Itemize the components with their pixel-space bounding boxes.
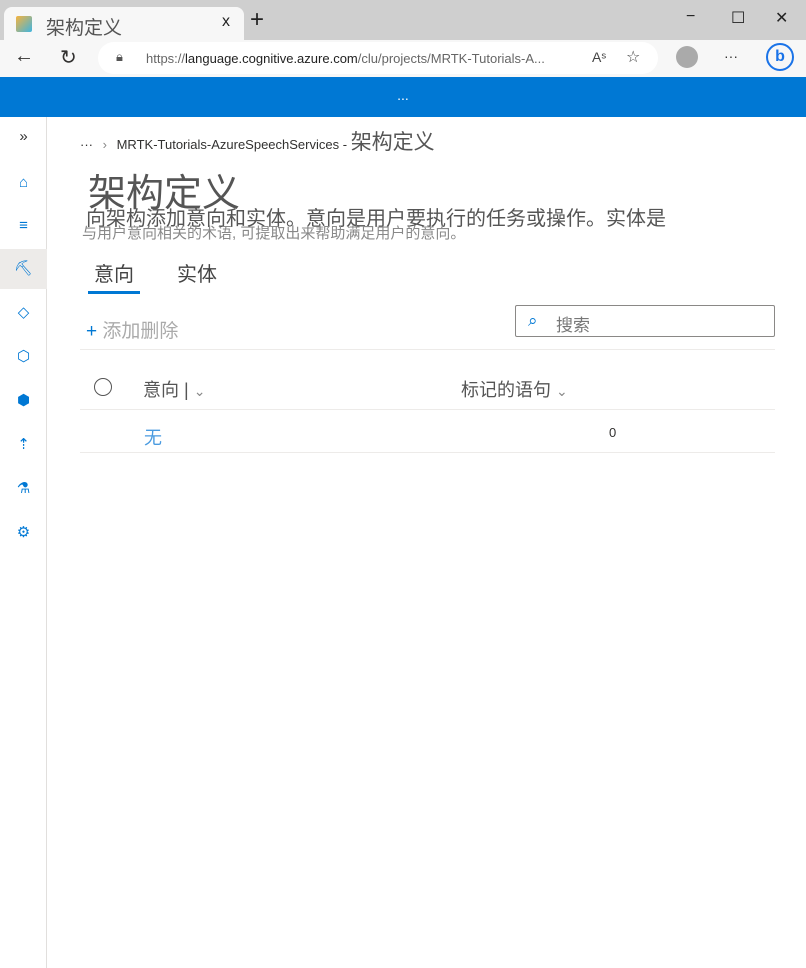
network-icon[interactable]: ⬡ xyxy=(0,337,47,377)
divider xyxy=(80,452,775,453)
back-icon[interactable]: ← xyxy=(14,45,34,68)
tab-title: 架构定义 xyxy=(46,18,123,39)
tab-intents[interactable]: 意向 xyxy=(88,258,140,294)
schema-icon[interactable]: ⛏ xyxy=(0,249,47,289)
more-button[interactable]: ··· xyxy=(724,48,738,64)
browser-tab-bar: 架构定义 x + − ☐ ✕ xyxy=(0,0,806,40)
breadcrumb: ··· › MRTK-Tutorials-AzureSpeechServices… xyxy=(80,131,435,154)
favicon-icon xyxy=(16,16,32,32)
address-bar-row: ← ↻ 🔒︎ https://language.cognitive.azure.… xyxy=(0,40,806,77)
select-all-radio[interactable] xyxy=(94,378,112,396)
close-tab-button[interactable]: x xyxy=(222,13,230,31)
minimize-button[interactable]: − xyxy=(686,8,695,26)
utterance-count: 0 xyxy=(609,425,617,440)
url-text: https://language.cognitive.azure.com/clu… xyxy=(146,51,545,66)
divider xyxy=(80,349,775,350)
add-icon: + xyxy=(86,321,98,342)
expand-icon[interactable]: » xyxy=(0,117,47,157)
search-placeholder: 搜索 xyxy=(556,316,590,335)
refresh-icon[interactable]: ↻ xyxy=(60,45,77,70)
browser-tab[interactable]: 架构定义 x xyxy=(4,7,244,40)
profile-avatar[interactable] xyxy=(676,46,698,68)
read-aloud-icon[interactable]: Aˢ xyxy=(592,49,606,65)
intent-link[interactable]: 无 xyxy=(144,424,162,450)
test-flask-icon[interactable]: ⚗ xyxy=(0,469,47,509)
page-description-2: 与用户意向相关的术语, 可提取出来帮助满足用户的意向。 xyxy=(82,225,466,242)
breadcrumb-project[interactable]: MRTK-Tutorials-AzureSpeechServices - xyxy=(117,137,347,152)
breadcrumb-overflow[interactable]: ··· xyxy=(80,137,93,152)
settings-icon[interactable]: ⚙ xyxy=(0,513,47,553)
cube-icon[interactable]: ⬢ xyxy=(0,381,47,421)
command-bar: + 添加删除 xyxy=(86,316,178,343)
breadcrumb-current: 架构定义 xyxy=(350,131,435,154)
tag-icon[interactable]: ◇ xyxy=(0,293,47,333)
list-icon[interactable]: ≡ xyxy=(0,206,47,246)
divider xyxy=(80,409,775,410)
bing-icon[interactable]: b xyxy=(766,43,794,71)
home-icon[interactable]: ⌂ xyxy=(0,163,47,203)
lock-icon: 🔒︎ xyxy=(116,49,123,64)
favorite-icon[interactable]: ☆ xyxy=(626,47,640,67)
search-input[interactable]: ⌕ 搜索 xyxy=(515,305,775,337)
new-tab-button[interactable]: + xyxy=(250,6,264,34)
delete-button[interactable]: 删除 xyxy=(140,321,178,342)
column-header-intent[interactable]: 意向 | ⌄ xyxy=(143,376,205,402)
search-icon: ⌕ xyxy=(528,311,538,330)
top-banner: ... xyxy=(0,77,806,117)
tab-entities[interactable]: 实体 xyxy=(177,258,217,287)
maximize-button[interactable]: ☐ xyxy=(731,8,745,28)
column-header-utterances[interactable]: 标记的语句 ⌄ xyxy=(461,376,568,402)
sidebar: » ⌂ ≡ ⛏ ◇ ⬡ ⬢ ⇡ ⚗ ⚙ xyxy=(0,117,47,968)
deploy-icon[interactable]: ⇡ xyxy=(0,425,47,465)
url-input[interactable]: 🔒︎ https://language.cognitive.azure.com/… xyxy=(98,42,658,74)
add-button[interactable]: 添加 xyxy=(102,321,140,342)
close-window-button[interactable]: ✕ xyxy=(775,8,788,28)
